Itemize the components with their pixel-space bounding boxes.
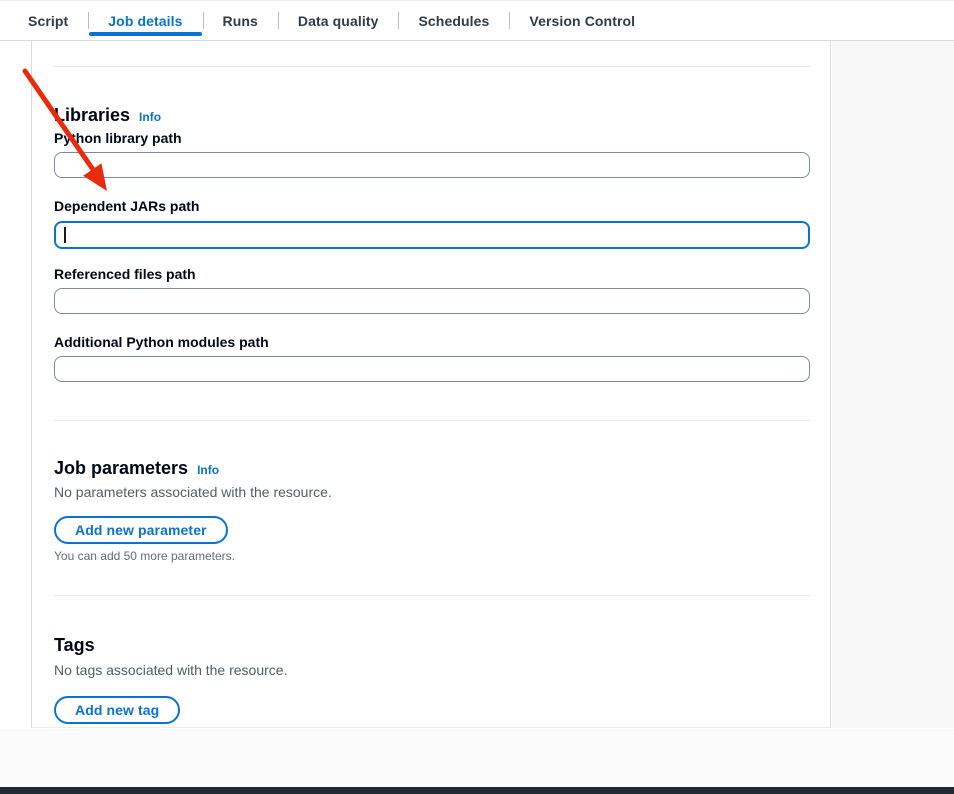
referenced-files-path-input[interactable]: [54, 288, 810, 314]
tab-version-control-label: Version Control: [529, 13, 635, 29]
tab-schedules-label: Schedules: [418, 13, 489, 29]
section-divider: [54, 420, 810, 421]
job-parameters-info-link[interactable]: Info: [197, 463, 219, 477]
job-parameters-empty-text: No parameters associated with the resour…: [54, 483, 810, 501]
parameters-constraint-text: You can add 50 more parameters.: [54, 549, 810, 563]
tab-runs[interactable]: Runs: [203, 1, 278, 40]
libraries-info-link[interactable]: Info: [139, 110, 161, 124]
tags-heading: Tags: [54, 634, 95, 656]
text-cursor: [64, 227, 66, 243]
console-footer-bar: [0, 787, 954, 794]
main-content: Libraries Info Python library path Depen…: [0, 41, 954, 753]
additional-python-modules-path-label: Additional Python modules path: [54, 334, 810, 351]
python-library-path-input[interactable]: [54, 152, 810, 178]
tab-version-control[interactable]: Version Control: [509, 1, 655, 40]
dependent-jars-path-label: Dependent JARs path: [54, 198, 810, 215]
dependent-jars-path-input[interactable]: [54, 221, 810, 249]
bottom-strip: [0, 729, 954, 787]
dependent-jars-path-input-wrap: [54, 221, 810, 249]
job-parameters-section-heading: Job parameters Info: [54, 457, 810, 479]
tab-schedules[interactable]: Schedules: [398, 1, 509, 40]
additional-python-modules-path-input[interactable]: [54, 356, 810, 382]
tab-job-details[interactable]: Job details: [88, 1, 202, 40]
tab-script-label: Script: [28, 13, 68, 29]
tab-data-quality-label: Data quality: [298, 13, 379, 29]
referenced-files-path-label: Referenced files path: [54, 266, 810, 283]
right-rail: [832, 41, 954, 728]
tags-section-heading: Tags: [54, 634, 810, 656]
section-divider: [54, 595, 810, 596]
job-details-panel: Libraries Info Python library path Depen…: [31, 41, 831, 728]
tab-script[interactable]: Script: [8, 1, 88, 40]
add-new-parameter-button[interactable]: Add new parameter: [54, 516, 228, 544]
python-library-path-label: Python library path: [54, 130, 810, 147]
libraries-section-heading: Libraries Info: [54, 104, 810, 126]
job-parameters-heading: Job parameters: [54, 457, 188, 479]
add-new-tag-button[interactable]: Add new tag: [54, 696, 180, 724]
tab-data-quality[interactable]: Data quality: [278, 1, 399, 40]
glue-job-details-screen: Script Job details Runs Data quality Sch…: [0, 0, 954, 753]
job-tabs: Script Job details Runs Data quality Sch…: [0, 1, 954, 41]
section-divider: [54, 66, 810, 67]
libraries-heading: Libraries: [54, 104, 130, 126]
tab-job-details-label: Job details: [108, 13, 182, 29]
tags-empty-text: No tags associated with the resource.: [54, 661, 810, 679]
tab-runs-label: Runs: [223, 13, 258, 29]
